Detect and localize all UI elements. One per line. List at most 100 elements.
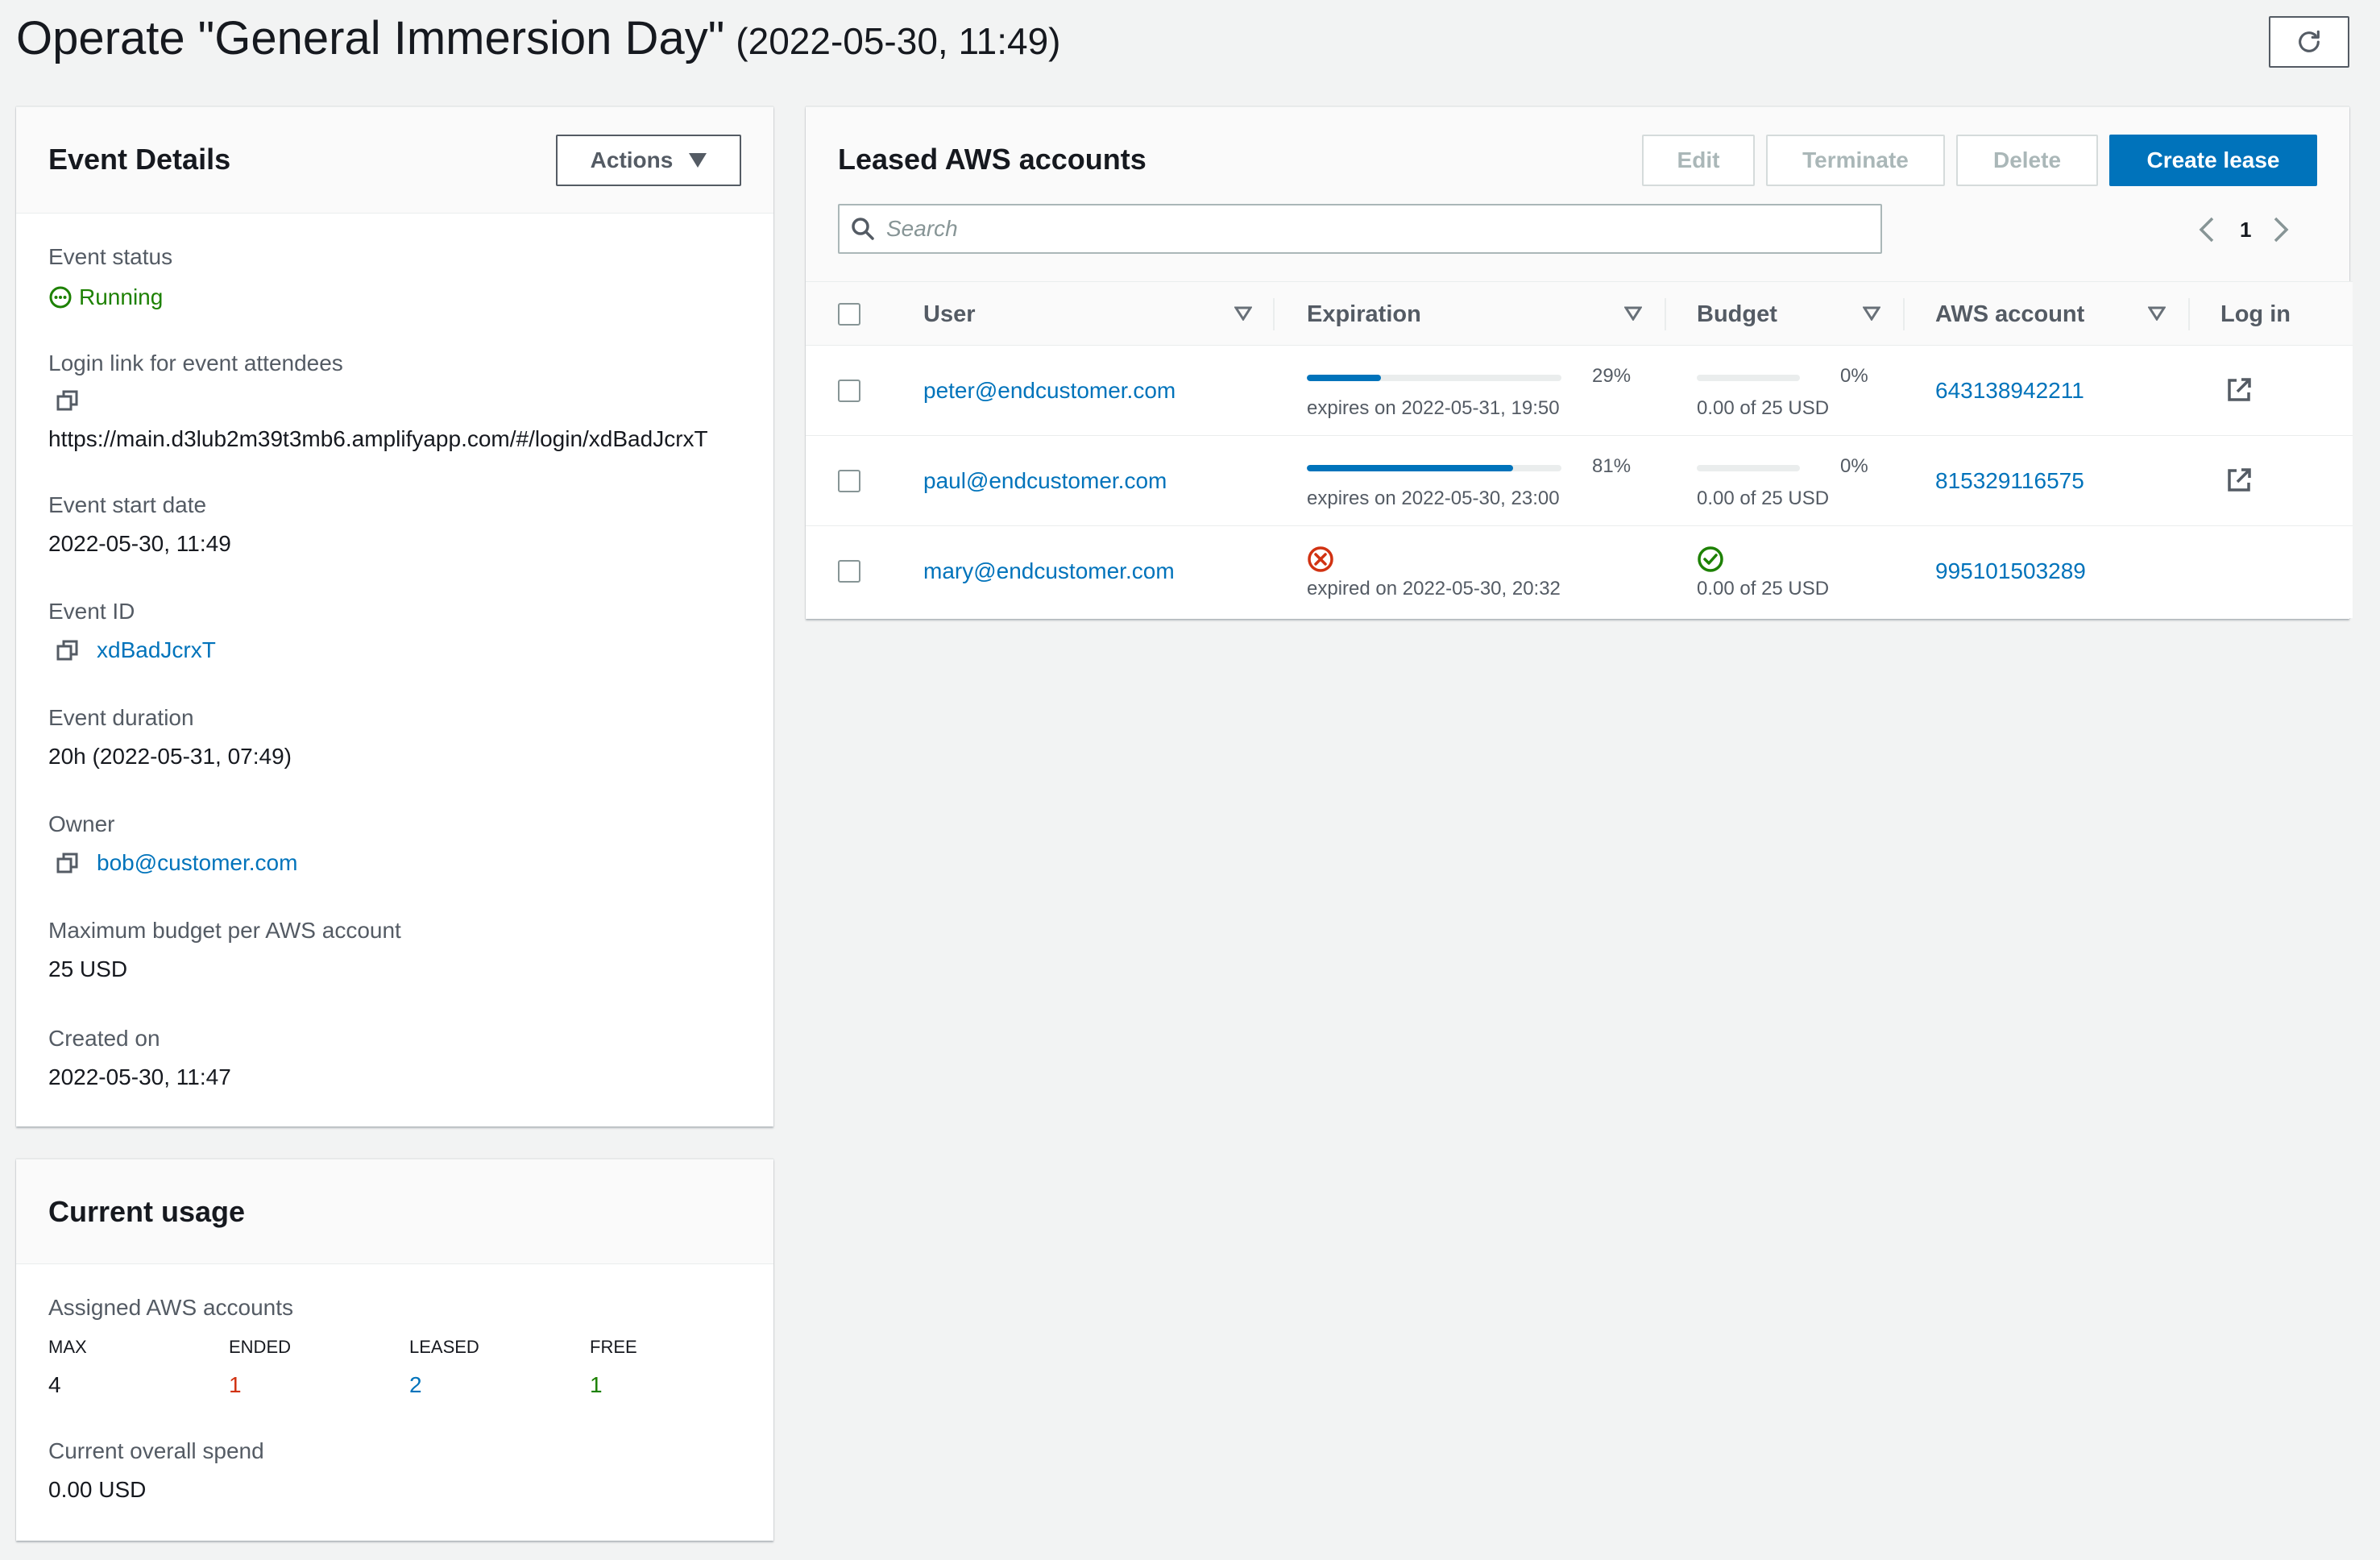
current-usage-header: Current usage — [16, 1160, 773, 1264]
usage-free-value: 1 — [590, 1372, 603, 1397]
search-box — [838, 204, 1882, 254]
usage-columns: MAX 4 ENDED 1 LEASED 2 FREE 1 — [48, 1337, 757, 1401]
terminate-button[interactable]: Terminate — [1766, 135, 1945, 186]
expiration-text: expires on 2022-05-31, 19:50 — [1307, 397, 1560, 419]
delete-label: Delete — [1992, 147, 2062, 172]
row-checkbox[interactable] — [838, 380, 860, 402]
event-status-value: Running — [48, 284, 172, 310]
external-link-icon[interactable] — [2225, 467, 2253, 494]
copy-icon[interactable] — [56, 389, 79, 412]
column-login-label: Log in — [2220, 301, 2291, 327]
column-divider — [2188, 298, 2190, 330]
duration-label: Event duration — [48, 705, 194, 730]
column-user[interactable]: User — [923, 282, 976, 346]
event-details-header: Event Details Actions — [16, 107, 773, 214]
event-status-text: Running — [79, 284, 164, 309]
budget-percent: 0% — [1840, 455, 1868, 477]
event-id-value[interactable]: xdBadJcrxT — [97, 637, 216, 663]
login-link-field: Login link for event attendees https://m… — [48, 351, 708, 452]
row-checkbox[interactable] — [838, 470, 860, 492]
x-circle-icon — [1308, 546, 1333, 572]
refresh-icon — [2299, 30, 2320, 52]
delete-button[interactable]: Delete — [1956, 135, 2098, 186]
created-value: 2022-05-30, 11:47 — [48, 1064, 231, 1089]
refresh-button[interactable] — [2269, 16, 2349, 68]
copy-icon[interactable] — [56, 639, 79, 662]
budget-percent: 0% — [1840, 365, 1868, 387]
pagination: 1 — [2198, 214, 2290, 246]
actions-label: Actions — [590, 147, 674, 172]
search-input[interactable] — [886, 216, 1853, 242]
leased-accounts-header: Leased AWS accounts Edit Terminate Delet… — [806, 107, 2349, 281]
current-usage-panel: Current usage Assigned AWS accounts MAX … — [16, 1159, 773, 1541]
check-circle-icon — [1698, 546, 1723, 572]
expiration-percent: 29% — [1592, 365, 1632, 387]
column-expiration-label: Expiration — [1307, 301, 1421, 327]
owner-label: Owner — [48, 811, 115, 836]
aws-account-link[interactable]: 643138942211 — [1935, 378, 2084, 404]
page-title: Operate "General Immersion Day" (2022-05-… — [16, 11, 1061, 65]
budget-progress — [1697, 465, 1800, 471]
usage-free: FREE 1 — [590, 1337, 637, 1398]
create-lease-button[interactable]: Create lease — [2109, 135, 2317, 186]
select-all-checkbox[interactable] — [838, 303, 860, 326]
create-lease-label: Create lease — [2146, 147, 2280, 172]
usage-max-value: 4 — [48, 1372, 61, 1397]
budget-text: 0.00 of 25 USD — [1697, 488, 1830, 509]
sort-icon[interactable] — [2148, 306, 2166, 321]
table-row: paul@endcustomer.com 81% expires on 2022… — [806, 436, 2353, 526]
expiration-text: expired on 2022-05-30, 20:32 — [1307, 578, 1561, 600]
start-date-field: Event start date 2022-05-30, 11:49 — [48, 492, 231, 557]
expiration-progress-fill — [1307, 375, 1381, 381]
row-checkbox[interactable] — [838, 560, 860, 583]
column-budget-label: Budget — [1697, 301, 1777, 327]
sort-icon[interactable] — [1234, 306, 1252, 321]
event-details-panel: Event Details Actions Event status Runni… — [16, 106, 773, 1126]
sort-icon[interactable] — [1863, 306, 1880, 321]
overall-spend-value: 0.00 USD — [48, 1477, 147, 1502]
event-id-label: Event ID — [48, 599, 135, 624]
event-details-title: Event Details — [48, 143, 231, 176]
caret-down-icon — [689, 153, 707, 168]
sort-icon[interactable] — [1624, 306, 1642, 321]
aws-account-link[interactable]: 815329116575 — [1935, 468, 2084, 494]
user-link[interactable]: peter@endcustomer.com — [923, 378, 1175, 404]
user-link[interactable]: mary@endcustomer.com — [923, 558, 1175, 584]
start-date-value: 2022-05-30, 11:49 — [48, 531, 231, 556]
actions-button[interactable]: Actions — [556, 135, 741, 186]
in-progress-icon — [49, 286, 72, 309]
aws-account-link[interactable]: 995101503289 — [1935, 558, 2086, 584]
page-subtitle: (2022-05-30, 11:49) — [736, 20, 1061, 62]
budget-text: 0.00 of 25 USD — [1697, 397, 1830, 419]
terminate-label: Terminate — [1802, 147, 1909, 172]
chevron-left-icon[interactable] — [2198, 216, 2216, 243]
usage-ended-value: 1 — [229, 1372, 242, 1397]
page-number[interactable]: 1 — [2240, 218, 2251, 243]
event-status-label: Event status — [48, 244, 173, 269]
user-link[interactable]: paul@endcustomer.com — [923, 468, 1167, 494]
overall-spend-field: Current overall spend 0.00 USD — [48, 1438, 264, 1503]
max-budget-label: Maximum budget per AWS account — [48, 918, 401, 943]
start-date-label: Event start date — [48, 492, 207, 517]
copy-icon[interactable] — [56, 852, 79, 874]
search-icon — [852, 218, 874, 240]
column-aws-account-label: AWS account — [1935, 301, 2085, 327]
table-row: peter@endcustomer.com 29% expires on 202… — [806, 346, 2353, 436]
column-budget[interactable]: Budget — [1697, 282, 1777, 346]
assigned-accounts-label: Assigned AWS accounts — [48, 1295, 293, 1321]
edit-button[interactable]: Edit — [1642, 135, 1755, 186]
external-link-icon[interactable] — [2225, 376, 2253, 404]
max-budget-value: 25 USD — [48, 956, 128, 981]
page-title-text: Operate "General Immersion Day" — [16, 12, 725, 64]
duration-value: 20h (2022-05-31, 07:49) — [48, 744, 292, 769]
usage-ended-label: ENDED — [229, 1337, 292, 1357]
overall-spend-label: Current overall spend — [48, 1438, 264, 1463]
expiration-progress-fill — [1307, 465, 1513, 471]
created-field: Created on 2022-05-30, 11:47 — [48, 1026, 231, 1090]
chevron-right-icon[interactable] — [2272, 216, 2290, 243]
owner-field: Owner bob@customer.com — [48, 811, 297, 876]
duration-field: Event duration 20h (2022-05-31, 07:49) — [48, 705, 292, 770]
column-aws-account[interactable]: AWS account — [1935, 282, 2084, 346]
owner-value[interactable]: bob@customer.com — [97, 850, 297, 876]
column-expiration[interactable]: Expiration — [1307, 282, 1421, 346]
